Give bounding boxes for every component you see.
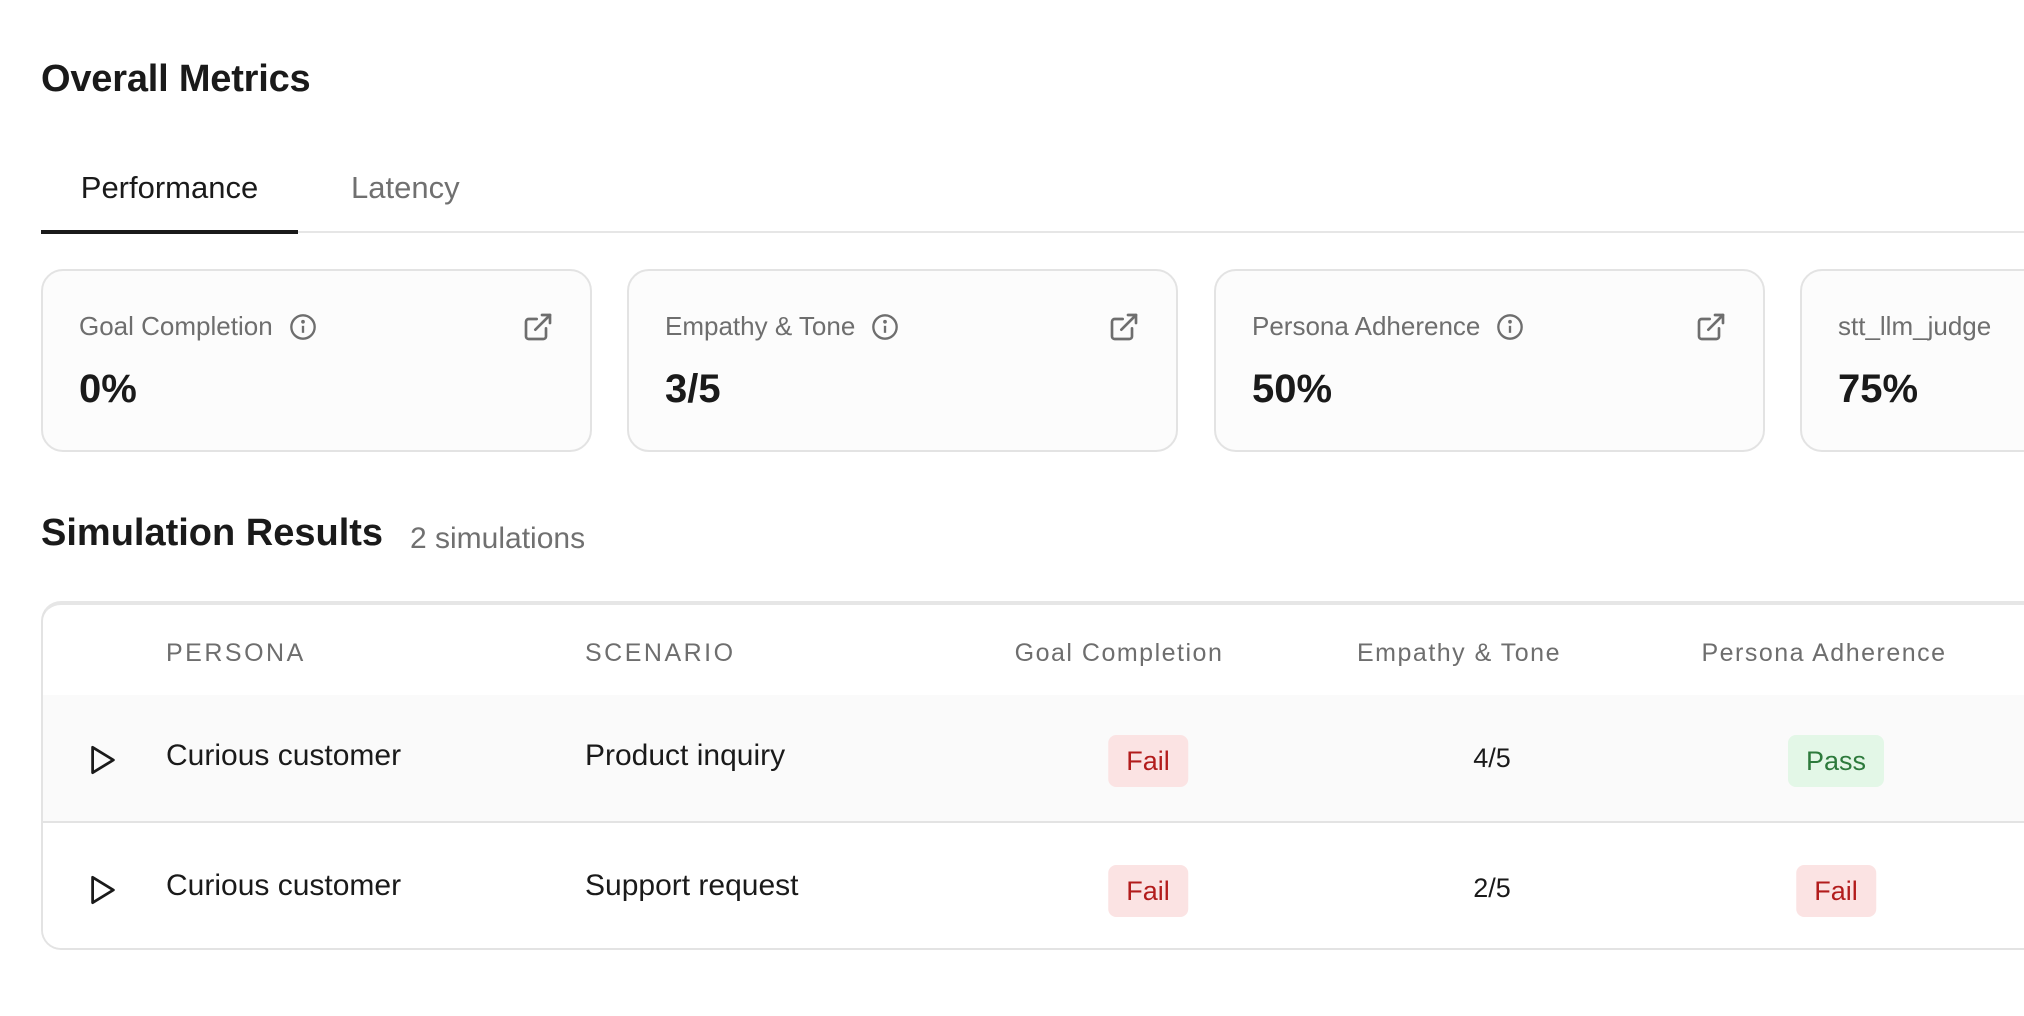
table-row[interactable]: Curious customer Support request Fail 2/… [43,825,2024,948]
simulation-results-table: PERSONA SCENARIO Goal Completion Empathy… [41,601,2024,950]
metric-card-value: 0% [79,367,137,411]
goal-completion-badge: Fail [1108,735,1188,787]
play-icon[interactable] [89,875,117,905]
info-icon[interactable] [289,313,317,341]
goal-completion-badge: Fail [1108,865,1188,917]
metric-card-label: Empathy & Tone [665,311,899,342]
scenario-cell: Product inquiry [585,739,786,772]
metric-card-value: 3/5 [665,367,721,411]
table-row[interactable]: Curious customer Product inquiry Fail 4/… [43,695,2024,823]
metric-card-value: 75% [1838,367,1919,411]
tab-performance[interactable]: Performance [41,155,298,234]
scenario-cell: Support request [585,869,799,902]
overall-metrics-title: Overall Metrics [41,58,311,100]
column-header-persona: PERSONA [166,639,306,667]
empathy-tone-cell: 4/5 [1473,743,1511,773]
simulation-results-title: Simulation Results [41,512,384,554]
simulation-count: 2 simulations [410,522,586,555]
metrics-tabs: Performance Latency [41,155,2024,234]
metric-card-label-text: Persona Adherence [1252,311,1481,341]
persona-adherence-badge: Pass [1787,735,1885,787]
metric-card-empathy-tone: Empathy & Tone 3/5 [627,269,1178,452]
column-header-scenario: SCENARIO [585,639,736,667]
info-icon[interactable] [1496,313,1524,341]
external-link-icon[interactable] [1108,311,1140,343]
metric-card-label: stt_llm_judge [1838,311,1991,342]
metric-card-label-text: stt_llm_judge [1838,311,1992,341]
metric-card-label: Goal Completion [79,311,317,342]
persona-adherence-badge: Fail [1796,865,1876,917]
info-icon[interactable] [871,313,899,341]
external-link-icon[interactable] [1695,311,1727,343]
metric-card-label-text: Goal Completion [79,311,273,341]
table-header: PERSONA SCENARIO Goal Completion Empathy… [43,605,2024,695]
external-link-icon[interactable] [522,311,554,343]
page: Overall Metrics Performance Latency Goal… [0,0,2024,1016]
column-header-goal-completion: Goal Completion [1014,639,1224,667]
empathy-tone-cell: 2/5 [1473,873,1511,903]
metric-card-persona-adherence: Persona Adherence 50% [1214,269,1765,452]
play-icon[interactable] [89,745,117,775]
metric-card-label-text: Empathy & Tone [665,311,856,341]
column-header-persona-adherence: Persona Adherence [1701,639,1947,667]
metric-card-value: 50% [1252,367,1333,411]
tab-latency[interactable]: Latency [351,155,460,233]
metric-card-goal-completion: Goal Completion 0% [41,269,592,452]
persona-cell: Curious customer [166,869,402,902]
metric-card-label: Persona Adherence [1252,311,1524,342]
metric-card-stt-llm-judge: stt_llm_judge 75% [1800,269,2024,452]
persona-cell: Curious customer [166,739,402,772]
column-header-empathy-tone: Empathy & Tone [1357,639,1561,667]
